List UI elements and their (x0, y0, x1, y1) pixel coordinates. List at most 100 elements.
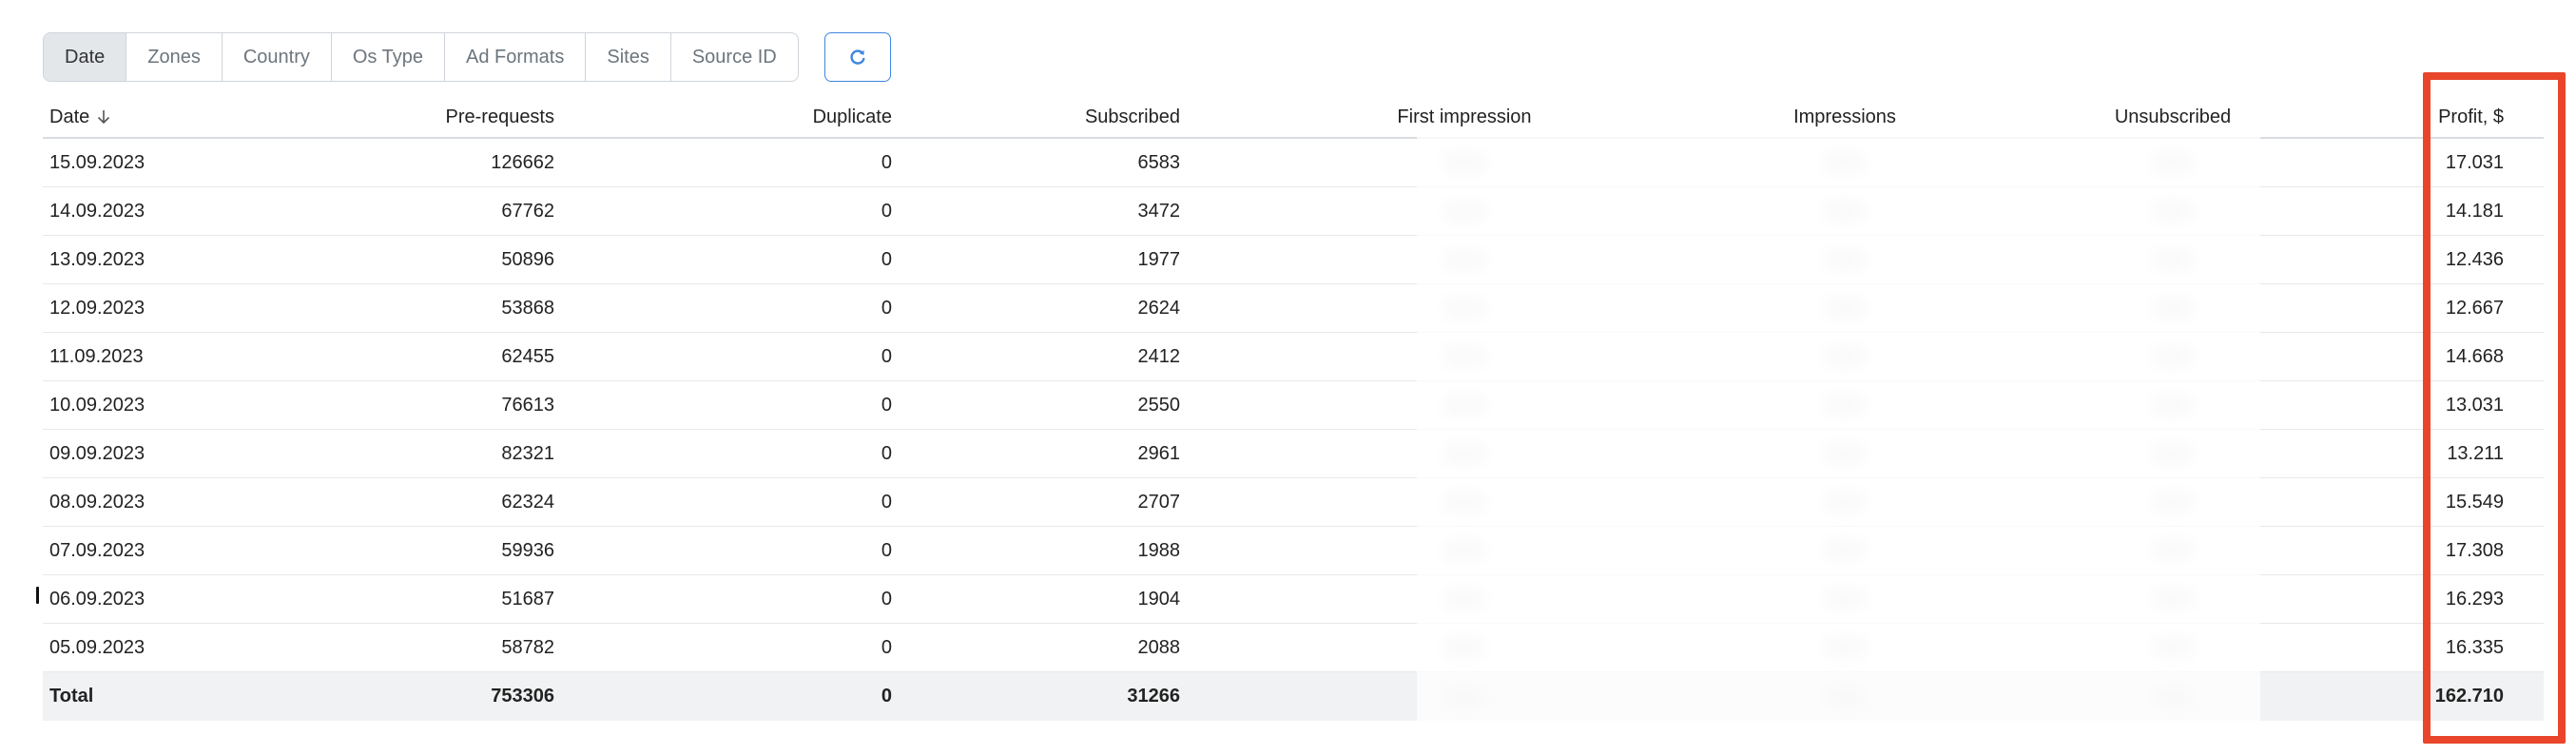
cell-duplicate: 0 (881, 200, 892, 222)
column-header-first-impression[interactable]: First impression (1336, 97, 1593, 137)
cell-impressions-blurred (1716, 527, 1973, 574)
column-header-profit[interactable]: Profit, $ (2353, 97, 2506, 137)
cell-duplicate: 0 (881, 442, 892, 464)
cell-first-impression-blurred (1336, 381, 1593, 429)
cell-pre-requests: 51687 (501, 588, 554, 610)
cell-profit: 14.668 (2445, 345, 2504, 367)
cell-pre-requests: 82321 (501, 442, 554, 464)
tab-date[interactable]: Date (44, 33, 127, 81)
cell-impressions-blurred (1716, 284, 1973, 332)
column-header-subscribed[interactable]: Subscribed (994, 97, 1180, 137)
cell-unsubscribed-blurred (2049, 430, 2296, 477)
cell-profit: 17.031 (2445, 151, 2504, 173)
cell-subscribed: 2707 (1137, 491, 1181, 513)
cell-impressions-blurred (1716, 430, 1973, 477)
cell-pre-requests: 62455 (501, 345, 554, 367)
cell-impressions-blurred (1716, 236, 1973, 283)
cell-date: 13.09.2023 (49, 248, 145, 270)
cell-pre-requests: 67762 (501, 200, 554, 222)
cell-subscribed: 2550 (1137, 394, 1181, 416)
cell-unsubscribed-blurred (2049, 139, 2296, 186)
total-impressions-blurred (1716, 672, 1973, 721)
total-unsubscribed-blurred (2049, 672, 2296, 721)
cell-date: 10.09.2023 (49, 394, 145, 416)
cell-pre-requests: 58782 (501, 636, 554, 658)
cell-duplicate: 0 (881, 491, 892, 513)
cell-duplicate: 0 (881, 636, 892, 658)
table-body: 15.09.2023 126662 0 6583 17.031 14.09.2023 677… (43, 139, 2544, 672)
refresh-button[interactable] (824, 32, 891, 82)
table-header: Date Pre-requests Duplicate Subscribed F… (43, 97, 2544, 139)
cell-profit: 12.667 (2445, 297, 2504, 319)
column-header-date[interactable]: Date (49, 97, 297, 137)
cell-profit: 12.436 (2445, 248, 2504, 270)
cell-impressions-blurred (1716, 381, 1973, 429)
cell-subscribed: 1988 (1137, 539, 1181, 561)
tab-source-id[interactable]: Source ID (671, 33, 798, 81)
cell-impressions-blurred (1716, 575, 1973, 623)
total-label: Total (49, 686, 94, 707)
cell-pre-requests: 62324 (501, 491, 554, 513)
cell-date: 08.09.2023 (49, 491, 145, 513)
cell-duplicate: 0 (881, 345, 892, 367)
refresh-icon (850, 49, 865, 65)
cell-date: 14.09.2023 (49, 200, 145, 222)
tab-zones[interactable]: Zones (126, 33, 223, 81)
cell-unsubscribed-blurred (2049, 333, 2296, 380)
cell-first-impression-blurred (1336, 187, 1593, 235)
cell-pre-requests: 53868 (501, 297, 554, 319)
cell-subscribed: 2088 (1137, 636, 1181, 658)
tab-country[interactable]: Country (223, 33, 332, 81)
table-row: 12.09.2023 53868 0 2624 12.667 (43, 284, 2544, 333)
column-header-impressions[interactable]: Impressions (1716, 97, 1973, 137)
cell-first-impression-blurred (1336, 575, 1593, 623)
cell-date: 15.09.2023 (49, 151, 145, 173)
table-row: 08.09.2023 62324 0 2707 15.549 (43, 478, 2544, 527)
cell-subscribed: 2961 (1137, 442, 1181, 464)
cell-first-impression-blurred (1336, 333, 1593, 380)
total-pre-requests: 753306 (491, 686, 554, 707)
cell-first-impression-blurred (1336, 284, 1593, 332)
table-row: 14.09.2023 67762 0 3472 14.181 (43, 187, 2544, 236)
cell-duplicate: 0 (881, 248, 892, 270)
cell-profit: 13.211 (2447, 442, 2504, 464)
total-profit: 162.710 (2434, 686, 2504, 707)
cell-unsubscribed-blurred (2049, 575, 2296, 623)
cell-unsubscribed-blurred (2049, 236, 2296, 283)
cell-date: 11.09.2023 (49, 345, 144, 367)
total-duplicate: 0 (881, 686, 892, 707)
cell-date: 07.09.2023 (49, 539, 145, 561)
cell-pre-requests: 126662 (491, 151, 554, 173)
cell-first-impression-blurred (1336, 478, 1593, 526)
cell-duplicate: 0 (881, 151, 892, 173)
table-row: 07.09.2023 59936 0 1988 17.308 (43, 527, 2544, 575)
cell-unsubscribed-blurred (2049, 624, 2296, 671)
cell-subscribed: 1977 (1137, 248, 1181, 270)
tab-sites[interactable]: Sites (586, 33, 671, 81)
tab-ad-formats[interactable]: Ad Formats (445, 33, 587, 81)
cell-first-impression-blurred (1336, 236, 1593, 283)
cell-first-impression-blurred (1336, 527, 1593, 574)
cell-pre-requests: 50896 (501, 248, 554, 270)
column-header-duplicate[interactable]: Duplicate (708, 97, 892, 137)
column-header-unsubscribed[interactable]: Unsubscribed (2049, 97, 2296, 137)
cell-first-impression-blurred (1336, 139, 1593, 186)
cell-subscribed: 2412 (1137, 345, 1181, 367)
cell-impressions-blurred (1716, 139, 1973, 186)
cell-duplicate: 0 (881, 297, 892, 319)
column-header-pre-requests[interactable]: Pre-requests (328, 97, 555, 137)
row-marker (36, 587, 39, 604)
cell-date: 06.09.2023 (49, 588, 145, 610)
cell-profit: 17.308 (2445, 539, 2504, 561)
table-row: 09.09.2023 82321 0 2961 13.211 (43, 430, 2544, 478)
stats-table: Date Pre-requests Duplicate Subscribed F… (43, 97, 2544, 721)
tab-os-type[interactable]: Os Type (332, 33, 445, 81)
cell-subscribed: 1904 (1137, 588, 1181, 610)
cell-unsubscribed-blurred (2049, 527, 2296, 574)
cell-unsubscribed-blurred (2049, 381, 2296, 429)
cell-profit: 16.335 (2445, 636, 2504, 658)
table-row: 06.09.2023 51687 0 1904 16.293 (43, 575, 2544, 624)
cell-duplicate: 0 (881, 394, 892, 416)
cell-pre-requests: 59936 (501, 539, 554, 561)
table-row: 10.09.2023 76613 0 2550 13.031 (43, 381, 2544, 430)
